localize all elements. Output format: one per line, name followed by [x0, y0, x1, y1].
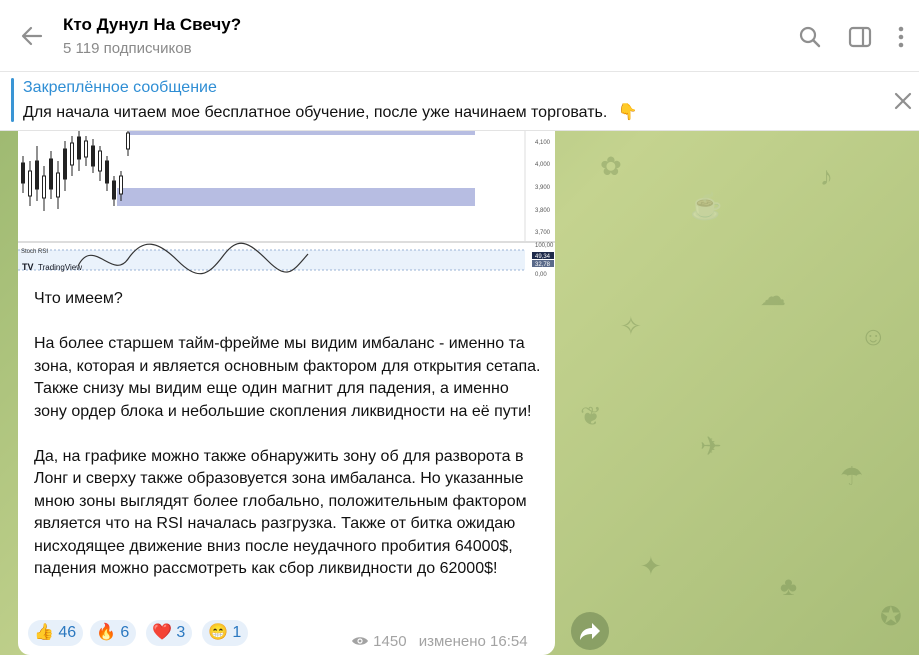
reaction-count: 6 — [120, 624, 130, 641]
view-count: 1450 — [373, 633, 407, 650]
reaction-grin[interactable]: 😁 1 — [202, 620, 249, 646]
indicator-badge: 49,34 — [535, 254, 551, 260]
sidebar-toggle-icon[interactable] — [847, 24, 873, 50]
pointing-down-emoji: 👇 — [617, 104, 638, 121]
message-bubble: 4,100 4,000 3,900 3,800 3,700 Stoch RSI … — [18, 131, 555, 655]
order-block-zone — [117, 188, 475, 206]
reaction-thumbs-up[interactable]: 👍 46 — [28, 620, 84, 646]
price-tick: 3,700 — [535, 230, 551, 236]
message-meta: 1450 изменено 16:54 — [351, 633, 528, 650]
fire-emoji: 🔥 — [96, 624, 116, 641]
share-arrow-icon — [580, 623, 600, 640]
pinned-text-body: Для начала читаем мое бесплатное обучени… — [23, 104, 608, 121]
message-paragraph: На более старшем тайм-фрейме мы видим им… — [34, 335, 541, 420]
reaction-count: 3 — [176, 624, 186, 641]
indicator-badge: 32,78 — [535, 262, 551, 268]
price-tick: 4,000 — [535, 162, 551, 168]
chat-header: Кто Дунул На Свечу? 5 119 подписчиков — [0, 0, 919, 72]
reaction-count: 1 — [232, 624, 242, 641]
price-tick: 3,900 — [535, 185, 551, 191]
pinned-title: Закреплённое сообщение — [23, 79, 217, 96]
tradingview-watermark: TradingView — [38, 263, 82, 272]
indicator-label: Stoch RSI — [21, 249, 48, 255]
imbalance-zone — [129, 131, 475, 135]
message-paragraph: Что имеем? — [34, 290, 123, 307]
thumbs-up-emoji: 👍 — [34, 624, 54, 641]
eye-icon — [352, 637, 368, 645]
channel-title[interactable]: Кто Дунул На Свечу? — [63, 15, 241, 35]
message-paragraph: Да, на графике можно также обнаружить зо… — [34, 447, 527, 578]
pinned-message[interactable]: Закреплённое сообщение Для начала читаем… — [0, 72, 919, 131]
heart-emoji: ❤️ — [152, 624, 172, 641]
more-vertical-icon[interactable] — [893, 24, 909, 50]
close-icon[interactable] — [892, 90, 914, 112]
pinned-text: Для начала читаем мое бесплатное обучени… — [23, 102, 638, 122]
price-tick: 3,800 — [535, 208, 551, 214]
message-text: Что имеем? На более старшем тайм-фрейме … — [34, 288, 544, 603]
price-tick: 4,100 — [535, 140, 551, 146]
share-button[interactable] — [571, 612, 609, 650]
reaction-fire[interactable]: 🔥 6 — [90, 620, 137, 646]
edited-time: изменено 16:54 — [418, 633, 528, 650]
chart-screenshot[interactable]: 4,100 4,000 3,900 3,800 3,700 Stoch RSI … — [18, 131, 555, 286]
subscriber-count: 5 119 подписчиков — [63, 40, 192, 57]
tradingview-logo: TV — [22, 262, 34, 272]
indicator-tick: 100,00 — [535, 243, 554, 249]
search-icon[interactable] — [797, 24, 823, 50]
indicator-tick: 0,00 — [535, 272, 547, 278]
reaction-heart[interactable]: ❤️ 3 — [146, 620, 193, 646]
reaction-count: 46 — [58, 624, 77, 641]
pinned-accent-bar — [11, 78, 14, 122]
back-arrow-icon[interactable] — [18, 22, 46, 50]
grin-emoji: 😁 — [208, 624, 228, 641]
